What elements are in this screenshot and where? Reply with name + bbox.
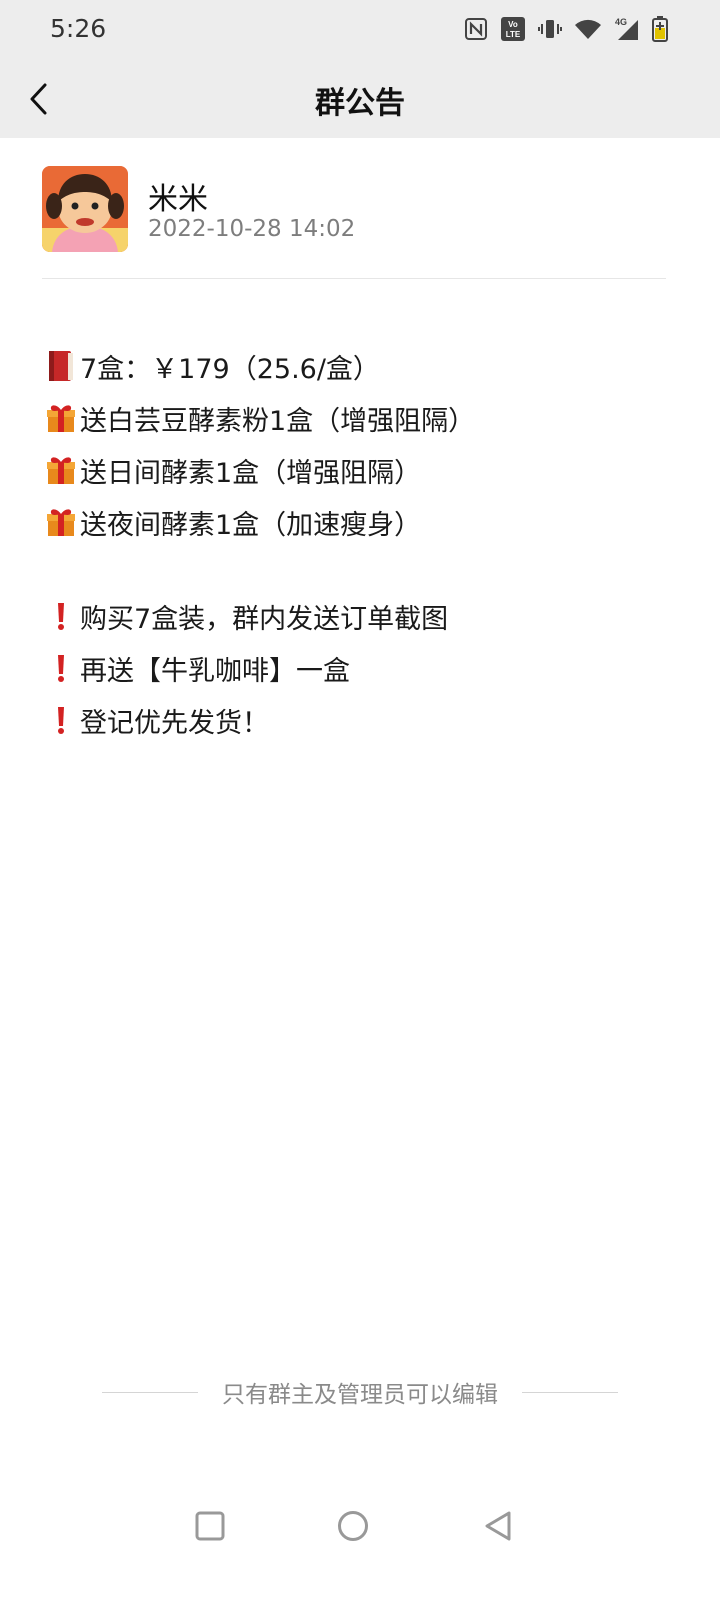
offer-line: 7盒：￥179（25.6/盒） [44,340,684,392]
recents-button[interactable] [182,1498,238,1554]
gift-icon [44,401,78,435]
battery-charging-icon [652,16,668,42]
navigation-bar: 群公告 [0,60,720,138]
offer-text: 送白芸豆酵素粉1盒（增强阻隔） [80,405,476,437]
wifi-icon [574,16,602,42]
divider [42,278,666,279]
gift-icon [44,505,78,539]
notice-line: 购买7盒装，群内发送订单截图 [44,590,684,642]
notice-text: 再送【牛乳咖啡】一盒 [80,655,350,687]
system-back-button[interactable] [470,1498,526,1554]
page-title: 群公告 [315,86,405,121]
red-exclamation-icon [44,703,78,737]
red-book-icon [44,349,78,383]
offer-line: 送白芸豆酵素粉1盒（增强阻隔） [44,392,684,444]
recents-square-icon [195,1511,225,1541]
red-exclamation-icon [44,651,78,685]
vibrate-icon [538,16,562,42]
notice-line: 登记优先发货！ [44,694,684,746]
status-icons: Vo LTE 4G [464,16,668,42]
edit-permission-text: 只有群主及管理员可以编辑 [222,1382,498,1408]
offer-text: 送夜间酵素1盒（加速瘦身） [80,509,422,541]
signal-4g-icon: 4G [614,16,640,42]
status-time: 5:26 [50,14,107,43]
author-name: 米米 [148,182,208,217]
home-button[interactable] [325,1498,381,1554]
notice-line: 再送【牛乳咖啡】一盒 [44,642,684,694]
network-label: 4G [615,17,627,27]
divider [102,1391,198,1393]
edit-permission-note: 只有群主及管理员可以编辑 [0,1376,720,1408]
post-timestamp: 2022-10-28 14:02 [148,216,356,242]
notice-text: 购买7盒装，群内发送订单截图 [80,603,449,635]
gift-icon [44,453,78,487]
offer-text: 送日间酵素1盒（增强阻隔） [80,457,422,489]
home-circle-icon [338,1511,368,1541]
avatar[interactable] [42,166,128,252]
offer-line: 送夜间酵素1盒（加速瘦身） [44,496,684,548]
divider [522,1391,618,1393]
volte-label-bottom: LTE [506,30,521,39]
announcement-body: 7盒：￥179（25.6/盒） 送白芸豆酵素粉1盒（增强阻隔） 送日间酵素1盒（… [44,340,684,746]
system-navigation [0,1498,720,1554]
volte-icon: Vo LTE [500,16,526,42]
offer-line: 送日间酵素1盒（增强阻隔） [44,444,684,496]
nfc-icon [464,16,488,42]
status-bar: 5:26 Vo LTE 4G [0,0,720,60]
back-triangle-icon [485,1511,511,1541]
notice-text: 登记优先发货！ [80,707,269,739]
author-header: 米米 2022-10-28 14:02 [42,166,678,279]
volte-label-top: Vo [508,20,518,29]
red-exclamation-icon [44,599,78,633]
offer-text: 7盒：￥179（25.6/盒） [80,353,380,385]
